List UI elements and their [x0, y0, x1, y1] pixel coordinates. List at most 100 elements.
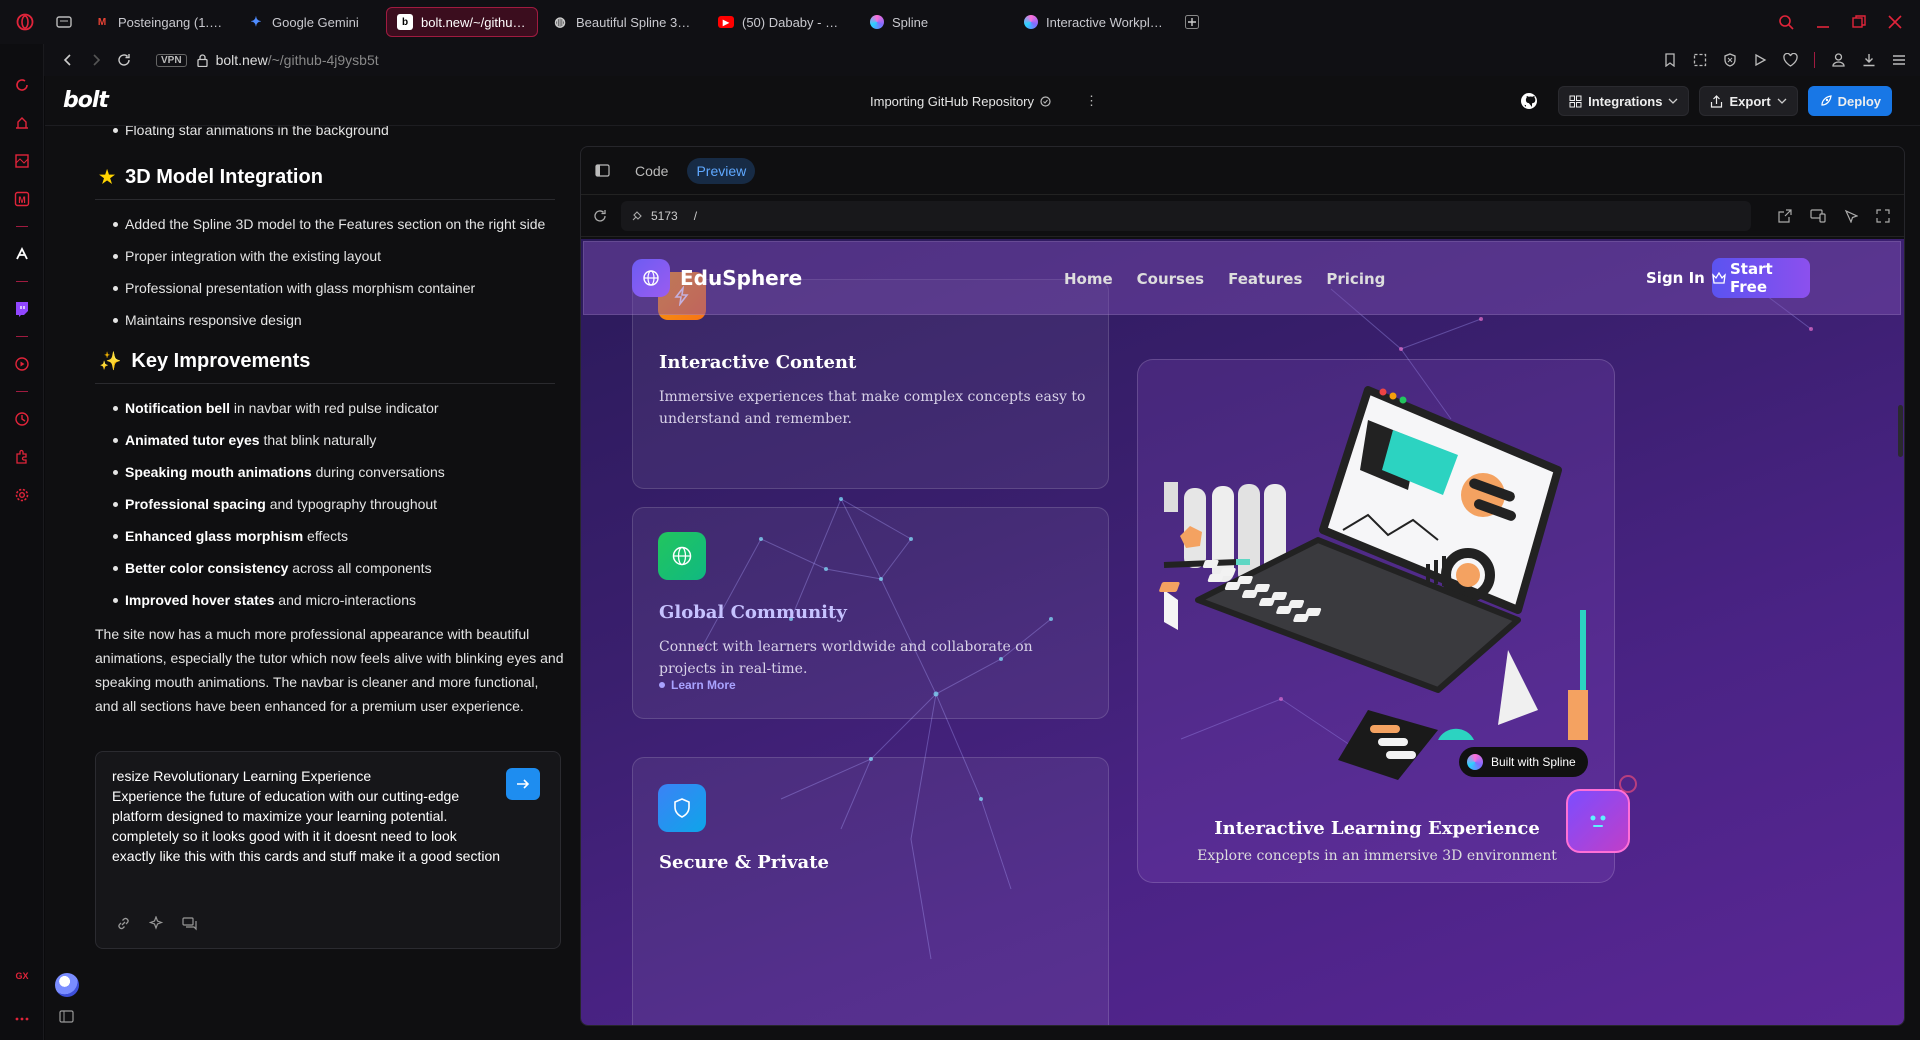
browser-tab[interactable]: b bolt.new/~/github.com/x	[386, 7, 538, 37]
download-icon[interactable]	[1862, 53, 1876, 67]
opera-sidebar: M GX	[0, 44, 44, 1040]
heart-icon[interactable]	[1783, 53, 1798, 67]
sidebar-toggle-icon[interactable]	[59, 1010, 74, 1023]
gemini-icon: ✦	[250, 14, 262, 29]
gx-control-icon[interactable]	[11, 112, 33, 134]
restore-icon[interactable]	[1852, 15, 1866, 29]
svg-text:M: M	[18, 195, 26, 205]
chat-list-item: Speaking mouth animations during convers…	[95, 462, 565, 482]
deploy-button[interactable]: Deploy	[1807, 86, 1892, 116]
project-title[interactable]: Importing GitHub Repository ⋮	[870, 93, 1098, 109]
fullscreen-icon[interactable]	[1876, 208, 1890, 223]
forward-icon[interactable]	[82, 46, 110, 74]
adblock-icon[interactable]	[1723, 53, 1737, 67]
site-nav-courses[interactable]: Courses	[1137, 270, 1204, 288]
attach-link-icon[interactable]	[116, 916, 131, 931]
crown-icon	[1712, 272, 1726, 284]
history-icon[interactable]	[11, 408, 33, 430]
site-nav-features[interactable]: Features	[1228, 270, 1302, 288]
messenger-icon[interactable]: M	[11, 188, 33, 210]
feature-card-community[interactable]: Global Community Connect with learners w…	[632, 507, 1109, 719]
site-nav-pricing[interactable]: Pricing	[1326, 270, 1385, 288]
globe-icon	[658, 532, 706, 580]
bolt-header: bolt Importing GitHub Repository ⋮ Integ…	[45, 76, 1920, 126]
tutor-bot-button[interactable]	[1566, 789, 1630, 853]
enhance-prompt-icon[interactable]	[149, 916, 164, 931]
sign-in-link[interactable]: Sign In	[1646, 269, 1705, 287]
gx-badge-icon[interactable]: GX	[11, 964, 33, 986]
browser-tab-label: Beautiful Spline 3D Educa	[576, 14, 694, 30]
snapshot-icon[interactable]	[1693, 53, 1707, 67]
bolt-logo[interactable]: bolt	[63, 88, 109, 113]
play-icon[interactable]	[1753, 53, 1767, 67]
browser-tab[interactable]: Interactive Workplace · Sp	[1014, 7, 1174, 37]
inspect-icon[interactable]	[1844, 209, 1858, 223]
tab-switcher-icon[interactable]	[50, 8, 78, 36]
browser-tab-label: bolt.new/~/github.com/x	[421, 14, 527, 30]
site-logo-icon[interactable]	[632, 259, 670, 297]
site-brand[interactable]: EduSphere	[680, 266, 802, 290]
built-with-spline-badge[interactable]: Built with Spline	[1459, 747, 1588, 777]
github-icon[interactable]	[1520, 92, 1538, 110]
url-field[interactable]: bolt.new/~/github-4j9ysb5t	[216, 52, 379, 68]
integrations-button[interactable]: Integrations	[1558, 86, 1690, 116]
chat-list-item: Proper integration with the existing lay…	[95, 246, 565, 266]
reload-icon[interactable]	[110, 46, 138, 74]
project-status-icon	[1040, 95, 1051, 107]
start-free-button[interactable]: Start Free	[1712, 258, 1810, 298]
minimize-icon[interactable]	[1816, 15, 1830, 29]
preview-url-field[interactable]: 5173 /	[621, 200, 1751, 231]
chat-list-item: Professional presentation with glass mor…	[95, 278, 565, 298]
tab-code[interactable]: Code	[626, 158, 677, 184]
settings-gear-icon[interactable]	[11, 484, 33, 506]
chat-section-title: 3D Model Integration	[125, 166, 323, 188]
chat-input-box[interactable]: resize Revolutionary Learning Experience…	[95, 751, 561, 949]
browser-tab[interactable]: Spline	[860, 7, 1010, 37]
discuss-icon[interactable]	[182, 916, 197, 931]
twitch-icon[interactable]	[11, 298, 33, 320]
close-icon[interactable]	[1888, 15, 1902, 29]
browser-tab[interactable]: ✦ Google Gemini	[238, 7, 382, 37]
browser-tab[interactable]: ◍ Beautiful Spline 3D Educa	[542, 7, 704, 37]
chat-input-field[interactable]: resize Revolutionary Learning Experience…	[112, 766, 502, 866]
site-nav-home[interactable]: Home	[1064, 270, 1113, 288]
arc-logo-icon[interactable]	[11, 243, 33, 265]
vpn-badge[interactable]: VPN	[156, 53, 187, 67]
bookmark-icon[interactable]	[1663, 53, 1677, 67]
port-icon	[631, 210, 643, 222]
preview-reload-icon[interactable]	[593, 209, 607, 223]
wallet-icon[interactable]	[1831, 53, 1846, 67]
user-avatar[interactable]	[55, 973, 79, 997]
card-desc: Connect with learners worldwide and coll…	[659, 639, 1033, 677]
browser-tab[interactable]: ▶ (50) Dababy - Suge (Yea	[708, 7, 856, 37]
back-icon[interactable]	[54, 46, 82, 74]
more-icon[interactable]	[11, 1008, 33, 1030]
extensions-icon[interactable]	[11, 446, 33, 468]
search-icon[interactable]	[1778, 14, 1794, 30]
chat-list-item-bold: Speaking mouth animations	[125, 464, 312, 480]
feature-card-secure[interactable]: Secure & Private	[632, 757, 1109, 1025]
browser-tab[interactable]: M Posteingang (1.233) - luk	[84, 7, 234, 37]
opera-gx-logo-icon[interactable]	[0, 0, 50, 44]
send-button[interactable]	[506, 768, 540, 800]
device-preview-icon[interactable]	[1810, 208, 1826, 223]
addr-divider	[1814, 52, 1815, 68]
panel-toggle-icon[interactable]	[595, 164, 610, 177]
tab-preview[interactable]: Preview	[687, 157, 756, 184]
export-button[interactable]: Export	[1699, 86, 1798, 116]
deploy-label: Deploy	[1837, 93, 1881, 109]
chat-section-heading: ★ 3D Model Integration	[95, 152, 555, 200]
learn-more-link[interactable]: Learn More	[659, 678, 736, 692]
rocket-icon	[1819, 94, 1832, 108]
preview-scrollbar[interactable]	[1898, 405, 1903, 457]
player-icon[interactable]	[11, 353, 33, 375]
speed-dial-icon[interactable]	[11, 74, 33, 96]
open-external-icon[interactable]	[1778, 208, 1792, 223]
showcase-subtitle: Explore concepts in an immersive 3D envi…	[1197, 848, 1557, 864]
spline-3d-showcase[interactable]: Interactive Learning Experience Explore …	[1137, 359, 1615, 883]
project-menu-icon[interactable]: ⋮	[1085, 93, 1098, 109]
menu-icon[interactable]	[1892, 53, 1906, 67]
url-host: bolt.new	[215, 52, 268, 68]
gx-corner-icon[interactable]	[11, 150, 33, 172]
new-tab-icon[interactable]	[1178, 8, 1206, 36]
